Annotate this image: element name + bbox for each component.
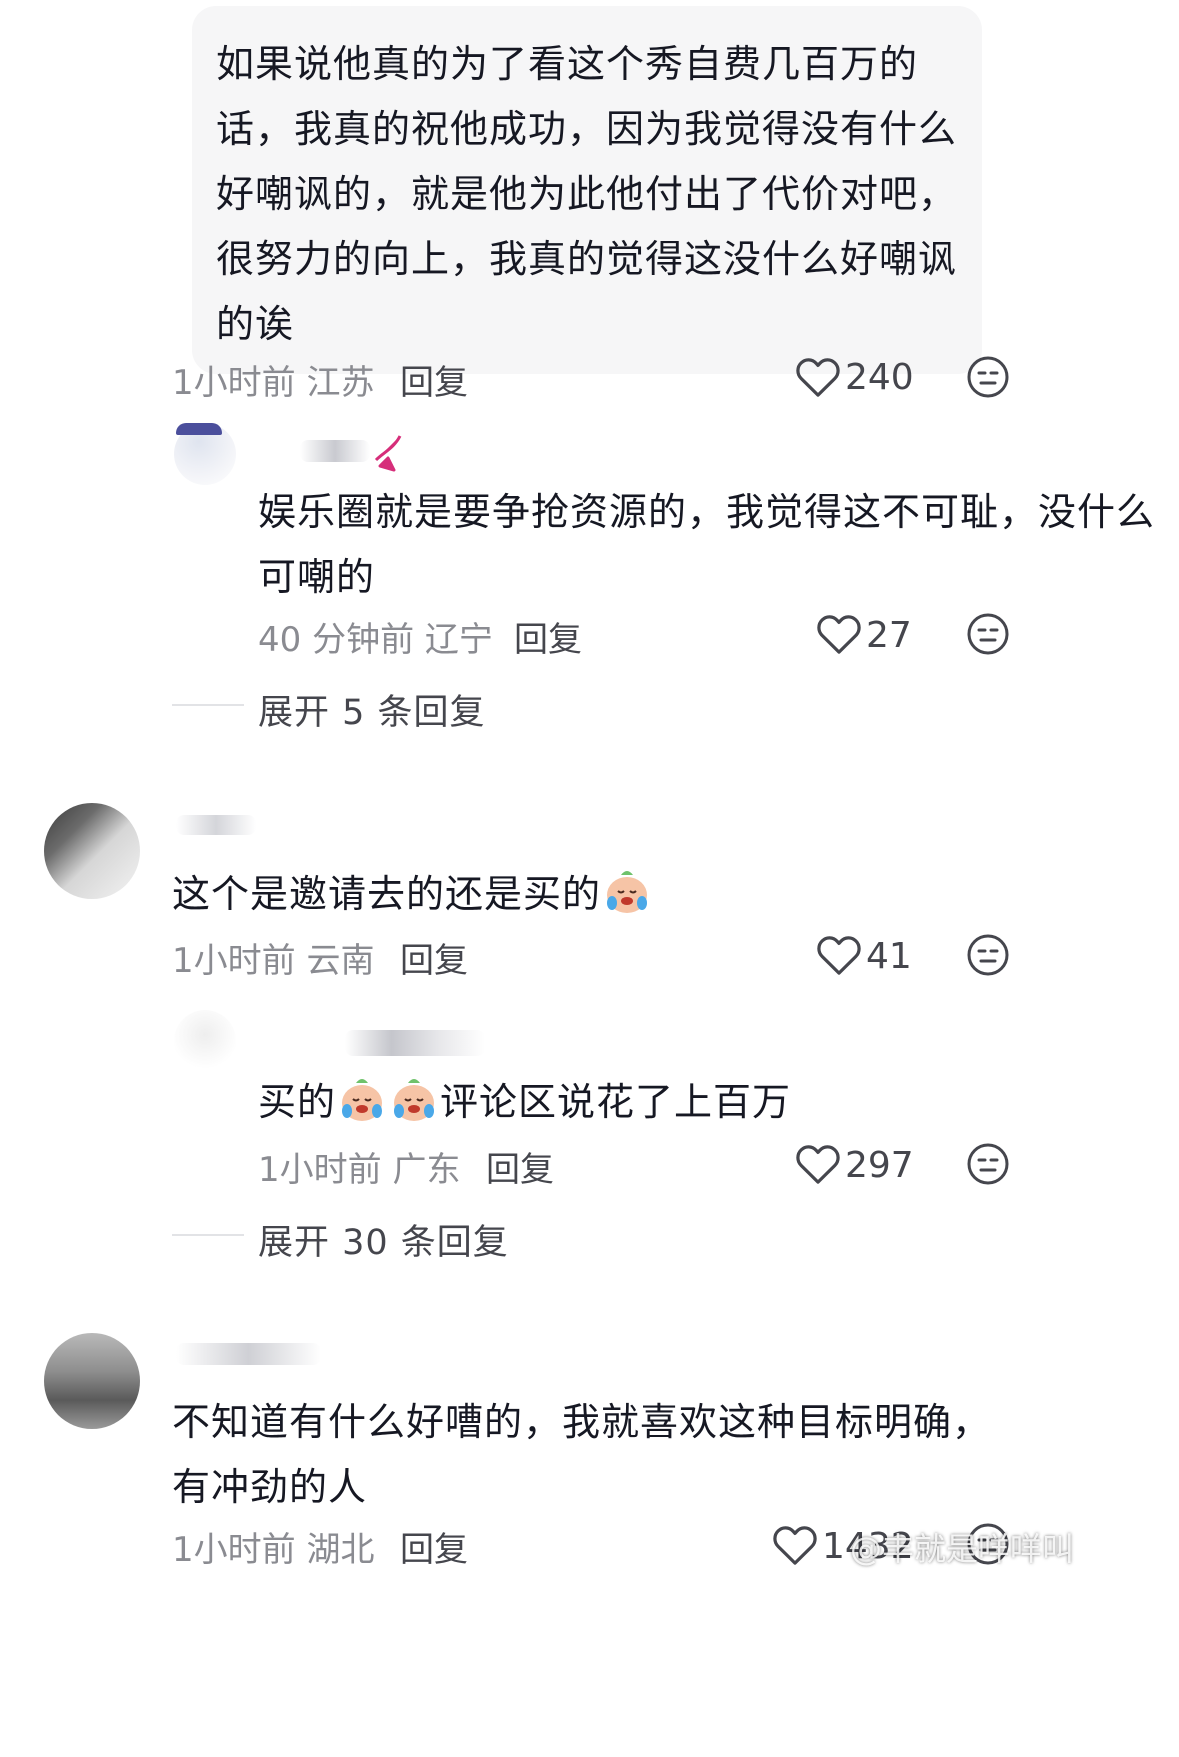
comment-meta: 40 分钟前 辽宁 <box>258 620 493 660</box>
reply-button[interactable]: 回复 <box>486 1142 554 1191</box>
username-blurred[interactable] <box>345 1030 485 1056</box>
crying-face-emoji <box>342 1079 383 1121</box>
reply-text: 娱乐圈就是要争抢资源的，我觉得这不可耻，没什么可嘲的 <box>258 490 1156 599</box>
avatar[interactable] <box>174 1010 236 1072</box>
reply-text-part-1: 买的 <box>258 1080 337 1124</box>
comment-meta: 1小时前 江苏 <box>172 363 375 403</box>
username-blurred[interactable] <box>300 440 370 462</box>
neutral-face-icon[interactable] <box>966 612 1010 656</box>
like-count: 297 <box>845 1145 914 1186</box>
comment-text: 如果说他真的为了看这个秀自费几百万的话，我真的祝他成功，因为我觉得没有什么好嘲讽… <box>216 42 958 346</box>
avatar-detail <box>176 423 222 435</box>
reply-button[interactable]: 回复 <box>400 933 468 982</box>
crying-face-emoji <box>394 1079 435 1121</box>
expand-replies-button[interactable]: 展开 30 条回复 <box>258 1214 509 1265</box>
neutral-face-icon[interactable] <box>966 1142 1010 1186</box>
comment-meta: 1小时前 广东 <box>258 1150 461 1190</box>
like-count: 240 <box>845 357 914 398</box>
reply-text-row: 买的 评论区说花了上百万 <box>258 1070 1158 1135</box>
avatar[interactable] <box>44 803 140 899</box>
avatar[interactable] <box>44 1333 140 1429</box>
comment-text-row: 这个是邀请去的还是买的 <box>172 862 1072 927</box>
reply-button[interactable]: 回复 <box>400 1522 468 1571</box>
heart-outline-icon[interactable] <box>795 356 841 398</box>
like-count: 27 <box>866 615 912 656</box>
watermark: @丰就是咩咩叫 <box>850 1530 1075 1568</box>
comment-meta: 1小时前 云南 <box>172 941 375 981</box>
comment-text: 不知道有什么好嘈的，我就喜欢这种目标明确，有冲劲的人 <box>172 1400 992 1509</box>
reply-text-part-2: 评论区说花了上百万 <box>440 1080 792 1124</box>
comment-meta: 1小时前 湖北 <box>172 1530 375 1570</box>
reply-button[interactable]: 回复 <box>400 355 468 404</box>
heart-outline-icon[interactable] <box>772 1524 818 1566</box>
heart-decoration-icon <box>374 435 402 472</box>
heart-outline-icon[interactable] <box>816 934 862 976</box>
reply-button[interactable]: 回复 <box>514 612 582 661</box>
neutral-face-icon[interactable] <box>966 355 1010 399</box>
heart-outline-icon[interactable] <box>795 1143 841 1185</box>
like-count: 41 <box>866 936 912 977</box>
expand-divider <box>172 1234 244 1236</box>
neutral-face-icon[interactable] <box>966 933 1010 977</box>
expand-replies-button[interactable]: 展开 5 条回复 <box>258 684 486 735</box>
username-blurred[interactable] <box>176 815 256 835</box>
expand-divider <box>172 704 244 706</box>
comment-text: 这个是邀请去的还是买的 <box>172 872 602 916</box>
crying-face-emoji <box>607 871 648 913</box>
username-blurred[interactable] <box>176 1343 321 1365</box>
heart-outline-icon[interactable] <box>816 613 862 655</box>
